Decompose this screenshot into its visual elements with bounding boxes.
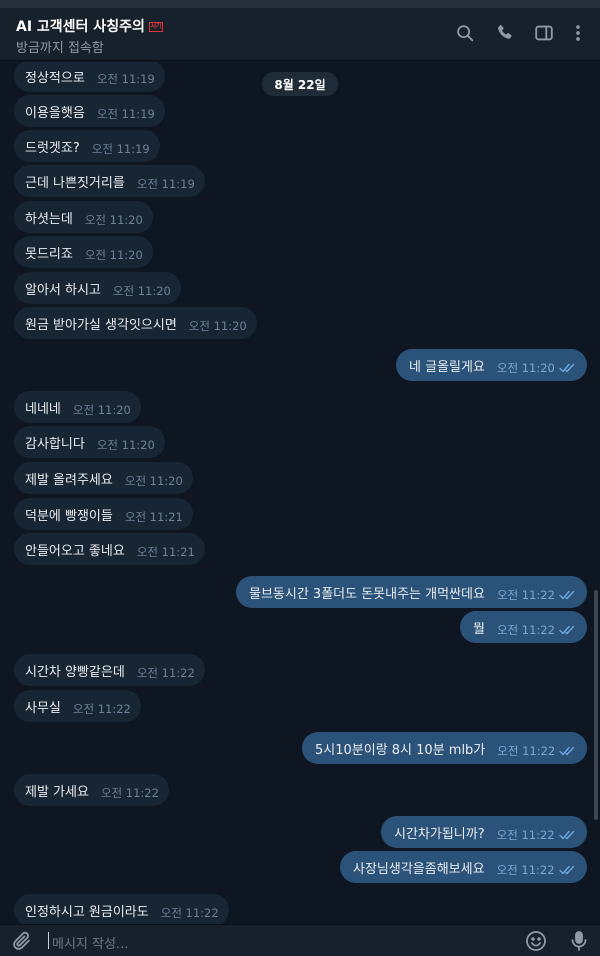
incoming-message[interactable]: 사무실 오전 11:22 bbox=[14, 690, 141, 722]
message-time: 오전 11:22 bbox=[100, 786, 159, 800]
message-text: 안들어오고 좋네요 bbox=[25, 543, 125, 559]
message-time: 오전 11:20 bbox=[96, 438, 155, 452]
chat-header: AI 고객센터 사칭주의 사기 방금까지 접속함 bbox=[0, 8, 600, 61]
outgoing-message[interactable]: 시간차가됩니까? 오전 11:22 bbox=[381, 816, 587, 848]
message-text: 덕분에 빵쟁이들 bbox=[25, 508, 113, 524]
message-text: 네네네 bbox=[25, 401, 61, 417]
emoji-icon[interactable] bbox=[524, 929, 548, 953]
message-time: 오전 11:19 bbox=[91, 142, 150, 156]
message-text: 하셧는데 bbox=[25, 211, 73, 227]
message-text: 네 글올릴게요 bbox=[409, 359, 485, 375]
phone-icon[interactable] bbox=[494, 22, 516, 44]
incoming-message[interactable]: 제발 올려주세요 오전 11:20 bbox=[14, 462, 193, 494]
date-separator: 8월 22일 bbox=[262, 72, 338, 96]
incoming-message[interactable]: 알아서 하시고 오전 11:20 bbox=[14, 272, 181, 304]
message-text: 5시10분이랑 8시 10분 mlb가 bbox=[315, 742, 486, 758]
message-time: 오전 11:22 bbox=[496, 588, 555, 602]
message-text: 근데 나쁜짓거리를 bbox=[25, 175, 125, 191]
outgoing-message[interactable]: 5시10분이랑 8시 10분 mlb가 오전 11:22 bbox=[302, 732, 588, 764]
message-time: 오전 11:22 bbox=[496, 828, 555, 842]
message-time: 오전 11:20 bbox=[84, 213, 143, 227]
message-time: 오전 11:19 bbox=[96, 107, 155, 121]
read-checkmark-icon bbox=[558, 824, 577, 840]
message-time: 오전 11:22 bbox=[496, 863, 555, 877]
message-time: 오전 11:20 bbox=[496, 361, 555, 375]
last-seen-status: 방금까지 접속함 bbox=[16, 41, 104, 56]
read-checkmark-icon bbox=[559, 357, 577, 373]
text-cursor bbox=[48, 932, 49, 949]
message-time: 오전 11:22 bbox=[136, 666, 195, 680]
message-text: 못드리죠 bbox=[25, 246, 73, 262]
outgoing-message[interactable]: 뭘 오전 11:22 bbox=[460, 611, 587, 643]
message-time: 오전 11:20 bbox=[124, 474, 183, 488]
outgoing-message[interactable]: 사장님생각을좀해보세요 오전 11:22 bbox=[340, 851, 587, 883]
message-text: 제발 올려주세요 bbox=[25, 472, 113, 488]
message-text: 사무실 bbox=[25, 700, 61, 716]
attach-icon[interactable] bbox=[10, 929, 34, 953]
incoming-message[interactable]: 제발 가세요 오전 11:22 bbox=[14, 774, 169, 806]
message-time: 오전 11:20 bbox=[72, 403, 131, 417]
microphone-icon[interactable] bbox=[567, 929, 591, 953]
message-time: 오전 11:22 bbox=[496, 623, 555, 637]
incoming-message[interactable]: 못드리죠 오전 11:20 bbox=[14, 236, 153, 268]
incoming-message[interactable]: 덕분에 빵쟁이들 오전 11:21 bbox=[14, 498, 193, 530]
message-time: 오전 11:20 bbox=[84, 248, 143, 262]
incoming-message[interactable]: 인정하시고 원금이라도 오전 11:22 bbox=[14, 894, 229, 924]
incoming-message[interactable]: 원금 받아가실 생각잇으시면 오전 11:20 bbox=[14, 307, 257, 339]
message-text: 시간차가됩니까? bbox=[394, 826, 485, 842]
message-list[interactable]: 8월 22일 정상적으로 오전 11:19 이용을햇음 오전 11:19 드럿겟죠? 오전… bbox=[0, 62, 600, 924]
more-vertical-icon[interactable] bbox=[567, 22, 589, 44]
incoming-message[interactable]: 네네네 오전 11:20 bbox=[14, 391, 141, 423]
scrollbar-thumb[interactable] bbox=[594, 590, 598, 820]
message-time: 오전 11:22 bbox=[160, 906, 219, 920]
message-time: 오전 11:20 bbox=[112, 284, 171, 298]
window-top-strip bbox=[0, 0, 600, 8]
message-text: 시간차 양빵같은데 bbox=[25, 664, 125, 680]
message-time: 오전 11:22 bbox=[497, 744, 556, 758]
message-time: 오전 11:21 bbox=[124, 510, 183, 524]
incoming-message[interactable]: 감사합니다 오전 11:20 bbox=[14, 426, 165, 458]
message-text: 제발 가세요 bbox=[25, 784, 89, 800]
read-checkmark-icon bbox=[559, 584, 577, 600]
outgoing-message[interactable]: 물브동시간 3폴더도 돈못내주는 개먹싼데요 오전 11:22 bbox=[236, 576, 587, 608]
message-input[interactable]: 메시지 작성... bbox=[52, 933, 128, 952]
message-text: 알아서 하시고 bbox=[25, 282, 101, 298]
incoming-message[interactable]: 정상적으로 오전 11:19 bbox=[14, 62, 165, 92]
message-text: 이용을햇음 bbox=[25, 105, 85, 121]
message-text: 원금 받아가실 생각잇으시면 bbox=[25, 317, 177, 333]
message-time: 오전 11:19 bbox=[136, 177, 195, 191]
incoming-message[interactable]: 안들어오고 좋네요 오전 11:21 bbox=[14, 533, 205, 565]
message-text: 뭘 bbox=[473, 621, 485, 637]
read-checkmark-icon bbox=[558, 859, 577, 875]
message-time: 오전 11:19 bbox=[96, 72, 155, 86]
message-text: 인정하시고 원금이라도 bbox=[25, 904, 149, 920]
incoming-message[interactable]: 이용을햇음 오전 11:19 bbox=[14, 95, 165, 127]
incoming-message[interactable]: 하셧는데 오전 11:20 bbox=[14, 201, 153, 233]
incoming-message[interactable]: 근데 나쁜짓거리를 오전 11:19 bbox=[14, 165, 205, 197]
message-text: 드럿겟죠? bbox=[25, 140, 80, 156]
outgoing-message[interactable]: 네 글올릴게요 오전 11:20 bbox=[396, 349, 587, 381]
chat-title-row[interactable]: AI 고객센터 사칭주의 사기 bbox=[16, 16, 163, 36]
message-text: 사장님생각을좀해보세요 bbox=[353, 861, 485, 877]
message-text: 정상적으로 bbox=[25, 70, 85, 86]
chat-title: AI 고객센터 사칭주의 bbox=[16, 19, 145, 35]
message-time: 오전 11:22 bbox=[72, 702, 131, 716]
message-time: 오전 11:21 bbox=[136, 545, 195, 559]
message-text: 감사합니다 bbox=[25, 436, 85, 452]
sidebar-toggle-icon[interactable] bbox=[533, 22, 555, 44]
incoming-message[interactable]: 드럿겟죠? 오전 11:19 bbox=[14, 130, 160, 162]
search-icon[interactable] bbox=[454, 22, 476, 44]
scam-badge: 사기 bbox=[148, 22, 163, 32]
incoming-message[interactable]: 시간차 양빵같은데 오전 11:22 bbox=[14, 654, 205, 686]
message-time: 오전 11:20 bbox=[188, 319, 247, 333]
read-checkmark-icon bbox=[559, 740, 577, 756]
message-text: 물브동시간 3폴더도 돈못내주는 개먹싼데요 bbox=[249, 586, 485, 602]
message-composer: 메시지 작성... bbox=[0, 924, 600, 956]
read-checkmark-icon bbox=[559, 619, 577, 635]
